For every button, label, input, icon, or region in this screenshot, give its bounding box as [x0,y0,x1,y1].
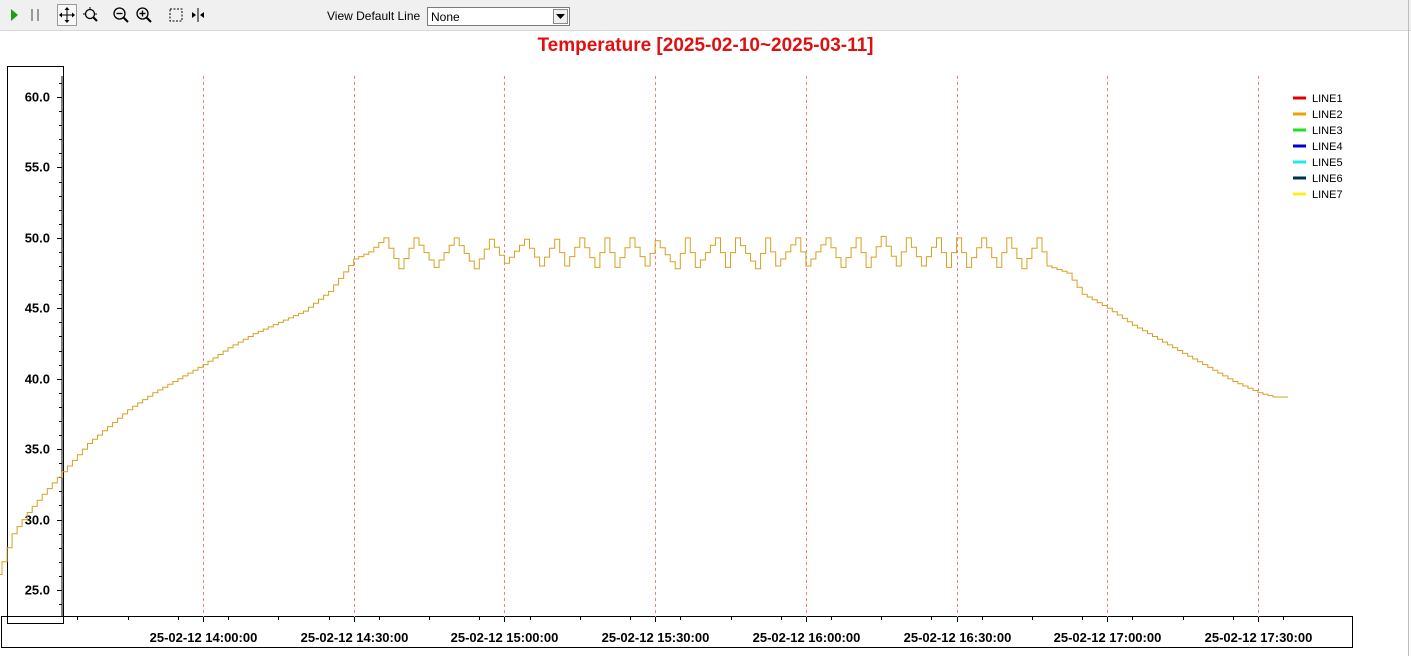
x-tick-label: 25-02-12 17:00:00 [1054,630,1162,645]
temperature-chart[interactable]: 25.0 30.0 35.0 40.0 45.0 50.0 55.0 60.0 25-02-1… [0,0,1411,656]
series-line-line2 [0,235,1289,575]
y-tick-label: 45.0 [25,301,50,316]
y-tick-label: 25.0 [25,583,50,598]
legend-label: LINE2 [1312,109,1343,121]
y-tick-label: 50.0 [25,231,50,246]
x-tick-label: 25-02-12 15:30:00 [602,630,710,645]
y-axis: 25.0 30.0 35.0 40.0 45.0 50.0 55.0 60.0 [25,83,62,605]
legend-label: LINE4 [1312,141,1343,153]
x-axis: 25-02-12 14:00:00 25-02-12 14:30:00 25-02-… [77,617,1313,645]
x-tick-label: 25-02-12 16:30:00 [904,630,1012,645]
y-tick-label: 40.0 [25,372,50,387]
x-tick-label: 25-02-12 14:30:00 [301,630,409,645]
x-tick-label: 25-02-12 15:00:00 [451,630,559,645]
x-tick-label: 25-02-12 16:00:00 [753,630,861,645]
legend-label: LINE6 [1312,173,1343,185]
series [0,235,1289,575]
grid-lines [203,76,1259,617]
legend-label: LINE1 [1312,93,1343,105]
x-tick-label: 25-02-12 17:30:00 [1205,630,1313,645]
y-tick-label: 35.0 [25,442,50,457]
legend: LINE1 LINE2 LINE3 LINE4 LINE5 LINE6 LINE7 [1293,93,1343,201]
x-tick-label: 25-02-12 14:00:00 [150,630,258,645]
legend-label: LINE3 [1312,125,1343,137]
legend-label: LINE7 [1312,189,1343,201]
y-tick-label: 55.0 [25,160,50,175]
legend-label: LINE5 [1312,157,1343,169]
y-tick-label: 60.0 [25,90,50,105]
y-tick-label: 30.0 [25,513,50,528]
